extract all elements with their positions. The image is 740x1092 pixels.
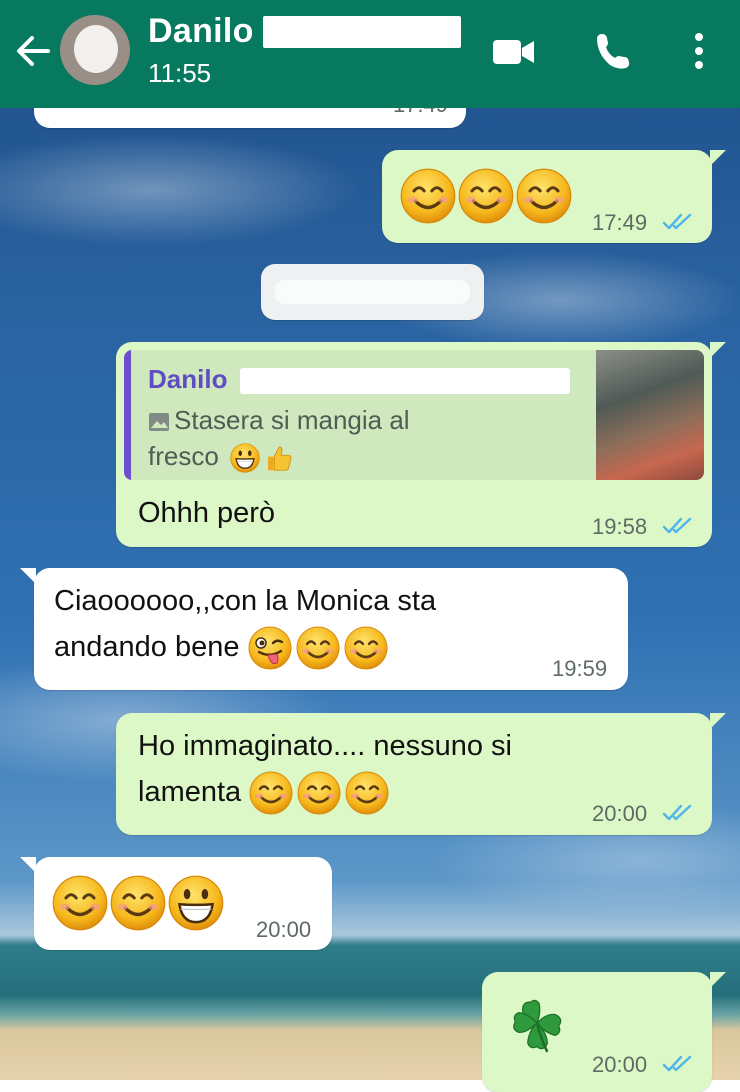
winking-tongue-face-icon bbox=[248, 626, 292, 670]
avatar[interactable] bbox=[60, 15, 130, 85]
thumbs-up-icon bbox=[264, 443, 294, 473]
smiling-face-icon bbox=[52, 875, 108, 931]
read-ticks-icon bbox=[662, 1054, 696, 1074]
message-bubble-incoming[interactable]: Ciaoooooo,,con la Monica sta andando ben… bbox=[20, 568, 628, 690]
smiling-face-icon bbox=[400, 168, 456, 224]
grinning-face-icon bbox=[230, 443, 260, 473]
message-text: Ho immaginato.... nessuno si lamenta bbox=[138, 723, 512, 815]
four-leaf-clover-icon bbox=[506, 994, 568, 1056]
message-time: 20:00 bbox=[592, 1052, 648, 1077]
smiling-face-icon bbox=[249, 771, 293, 815]
contact-name[interactable]: Danilo bbox=[148, 12, 254, 51]
redacted-surname bbox=[240, 368, 570, 394]
smiling-face-icon bbox=[344, 626, 388, 670]
grinning-face-icon bbox=[168, 875, 224, 931]
quote-text: Stasera si mangia al fresco bbox=[148, 402, 478, 474]
message-bubble-outgoing[interactable]: 17:49 bbox=[382, 150, 726, 243]
date-chip bbox=[261, 264, 484, 320]
smiling-face-icon bbox=[110, 875, 166, 931]
quote-author: Danilo bbox=[148, 364, 228, 394]
message-bubble-outgoing[interactable]: Ho immaginato.... nessuno si lamenta 20:… bbox=[116, 713, 726, 835]
read-ticks-icon bbox=[662, 212, 696, 232]
read-ticks-icon bbox=[662, 516, 696, 536]
message-time: 17:49 bbox=[592, 210, 648, 235]
message-time: 20:00 bbox=[592, 801, 648, 826]
message-emojis bbox=[52, 875, 226, 931]
video-call-icon[interactable] bbox=[492, 38, 536, 66]
smiling-face-icon bbox=[345, 771, 389, 815]
smiling-face-icon bbox=[516, 168, 572, 224]
message-bubble-incoming[interactable]: 20:00 bbox=[20, 857, 332, 950]
read-ticks-icon bbox=[662, 803, 696, 823]
smiling-face-icon bbox=[458, 168, 514, 224]
message-time: 19:58 bbox=[592, 514, 648, 539]
quoted-photo-thumbnail bbox=[596, 350, 704, 480]
quoted-message[interactable]: Danilo Stasera si mangia al fresco bbox=[124, 350, 704, 480]
last-seen: 11:55 bbox=[148, 58, 212, 88]
more-vert-icon[interactable] bbox=[692, 32, 706, 70]
smiling-face-icon bbox=[296, 626, 340, 670]
smiling-face-icon bbox=[297, 771, 341, 815]
back-arrow-icon[interactable] bbox=[14, 30, 52, 72]
message-time: 19:59 bbox=[552, 656, 608, 681]
redacted-surname bbox=[263, 16, 461, 48]
message-text: Ohhh però bbox=[138, 497, 276, 529]
message-bubble-outgoing[interactable]: 20:00 bbox=[482, 972, 726, 1092]
message-time: 20:00 bbox=[256, 917, 312, 942]
message-emojis bbox=[400, 168, 574, 224]
message-bubble-outgoing-reply[interactable]: Danilo Stasera si mangia al fresco Ohhh … bbox=[116, 342, 726, 547]
chat-header: Danilo 11:55 bbox=[0, 0, 740, 108]
message-text: Ciaoooooo,,con la Monica sta andando ben… bbox=[54, 578, 436, 670]
photo-icon bbox=[149, 413, 169, 432]
phone-icon[interactable] bbox=[594, 32, 632, 70]
